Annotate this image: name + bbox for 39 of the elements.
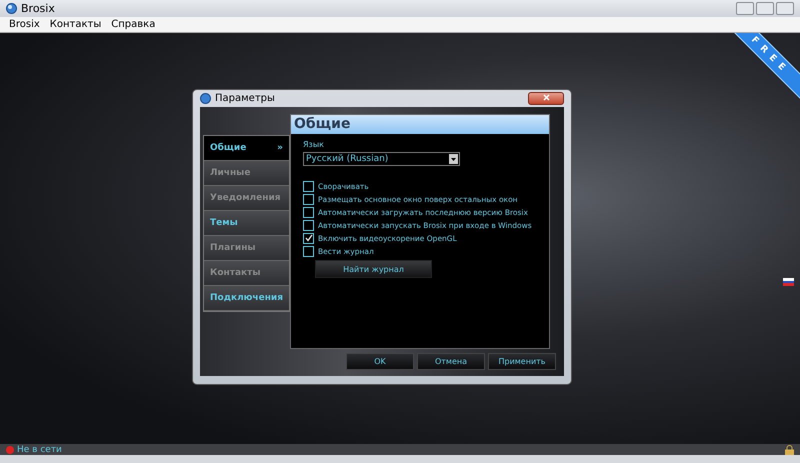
- maximize-button[interactable]: [756, 2, 774, 15]
- sidebar-label: Контакты: [210, 268, 261, 278]
- window-title: Brosix: [21, 2, 56, 15]
- close-button[interactable]: [528, 92, 564, 105]
- language-label: Язык: [303, 140, 325, 149]
- sidebar-label: Личные: [210, 168, 250, 178]
- sidebar-item[interactable]: Общие »: [204, 136, 289, 161]
- dialog-button[interactable]: Применить: [488, 353, 556, 370]
- checkbox[interactable]: [303, 220, 314, 230]
- close-icon: [542, 94, 550, 101]
- menu-item[interactable]: Brosix: [4, 17, 45, 32]
- find-log-button[interactable]: Найти журнал: [315, 260, 432, 278]
- sidebar-item[interactable]: Подключения: [204, 286, 289, 311]
- panel-title: Общие: [291, 115, 549, 134]
- app-logo-icon: [200, 93, 211, 104]
- chevron-icon: »: [277, 143, 283, 153]
- sidebar-item[interactable]: Темы: [204, 211, 289, 236]
- sidebar-label: Общие: [210, 143, 246, 153]
- checkbox[interactable]: [303, 180, 314, 192]
- checkbox[interactable]: [303, 232, 314, 244]
- checkbox[interactable]: [303, 246, 314, 256]
- checkbox[interactable]: [303, 206, 314, 218]
- dialog-button[interactable]: OK: [346, 353, 414, 370]
- language-dropdown[interactable]: Русский (Russian): [303, 152, 460, 166]
- flag-icon[interactable]: [783, 278, 794, 286]
- sidebar-label: Подключения: [210, 293, 284, 303]
- menu-item[interactable]: Справка: [106, 17, 160, 32]
- status-dot-icon: [6, 446, 14, 454]
- sidebar-label: Темы: [210, 218, 238, 228]
- menu-item[interactable]: Контакты: [44, 17, 106, 32]
- sidebar-label: Плагины: [210, 243, 256, 253]
- minimize-button[interactable]: [736, 2, 754, 15]
- lock-icon: [785, 444, 794, 454]
- dialog-title: Параметры: [215, 93, 276, 104]
- dialog-button[interactable]: Отмена: [417, 353, 485, 370]
- app-logo-icon: [6, 3, 17, 14]
- checkbox[interactable]: [303, 194, 314, 204]
- sidebar-label: Уведомления: [210, 193, 281, 203]
- caret-icon: [451, 158, 456, 160]
